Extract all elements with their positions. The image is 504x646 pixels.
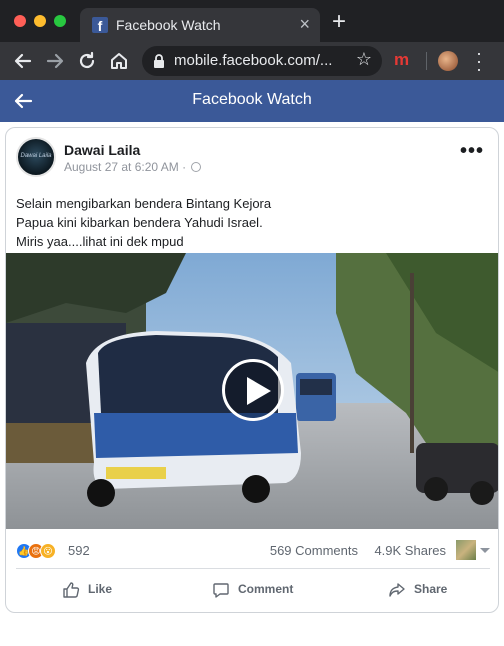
tab-title: Facebook Watch <box>116 17 221 33</box>
share-button[interactable]: Share <box>368 572 498 608</box>
browser-toolbar: mobile.facebook.com/... ☆ m · · · <box>0 42 504 80</box>
comment-label: Comment <box>238 582 294 596</box>
url-text: mobile.facebook.com/... <box>174 52 333 69</box>
share-icon <box>389 583 405 597</box>
like-button[interactable]: Like <box>46 572 196 608</box>
comment-button[interactable]: Comment <box>196 572 346 608</box>
back-arrow-icon[interactable] <box>10 48 36 74</box>
post-text-line: Miris yaa....lihat ini dek mpud <box>16 234 184 249</box>
share-count[interactable]: 4.9K Shares <box>374 543 446 558</box>
avatar-text: Dawai Laila <box>20 153 52 159</box>
reaction-count[interactable]: 592 <box>68 543 90 558</box>
tab-strip: f Facebook Watch × + <box>0 0 504 42</box>
post-actions: Like Comment Share <box>6 572 498 608</box>
chevron-down-icon[interactable] <box>480 548 490 553</box>
like-label: Like <box>88 582 113 596</box>
comment-icon <box>213 583 229 598</box>
address-bar[interactable]: mobile.facebook.com/... ☆ <box>142 46 382 76</box>
profile-avatar[interactable] <box>438 51 458 71</box>
page-title: Facebook Watch <box>192 91 312 108</box>
divider <box>16 568 490 569</box>
post-options-icon[interactable]: ••• <box>460 140 484 163</box>
post-meta: August 27 at 6:20 AM · <box>64 160 202 174</box>
reactions-bar: 👍 😡 😮 592 569 Comments 4.9K Shares <box>16 540 490 562</box>
reload-icon[interactable] <box>74 48 100 74</box>
post-card: Dawai Laila Dawai Laila August 27 at 6:2… <box>5 127 499 613</box>
post-text: Selain mengibarkan bendera Bintang Kejor… <box>16 194 486 251</box>
video-player[interactable] <box>6 253 498 529</box>
fb-header: Facebook Watch <box>0 80 504 122</box>
reaction-icons[interactable]: 👍 😡 😮 <box>16 543 68 559</box>
close-icon[interactable]: × <box>299 15 310 33</box>
close-window-button[interactable] <box>14 15 26 27</box>
share-label: Share <box>414 582 448 596</box>
wow-reaction-icon: 😮 <box>40 543 56 559</box>
maximize-window-button[interactable] <box>54 15 66 27</box>
play-icon[interactable] <box>222 359 284 421</box>
comment-count[interactable]: 569 Comments <box>270 543 358 558</box>
author-avatar[interactable]: Dawai Laila <box>16 137 56 177</box>
home-icon[interactable] <box>106 48 132 74</box>
globe-icon <box>191 162 202 172</box>
lock-icon <box>154 54 164 68</box>
toolbar-divider <box>426 52 427 70</box>
extension-m-icon[interactable]: m <box>394 50 409 70</box>
post-text-line: Papua kini kibarkan bendera Yahudi Israe… <box>16 215 263 230</box>
author-name[interactable]: Dawai Laila <box>64 142 140 158</box>
minimize-window-button[interactable] <box>34 15 46 27</box>
post-timestamp[interactable]: August 27 at 6:20 AM · <box>64 160 189 174</box>
browser-tab[interactable]: f Facebook Watch × <box>80 8 320 42</box>
forward-arrow-icon[interactable] <box>42 48 68 74</box>
kebab-menu-icon[interactable]: · · · <box>476 44 482 78</box>
like-icon <box>63 582 80 598</box>
content-area: Dawai Laila Dawai Laila August 27 at 6:2… <box>0 122 504 646</box>
facebook-favicon-icon: f <box>92 17 108 34</box>
new-tab-button[interactable]: + <box>332 10 346 34</box>
post-text-line: Selain mengibarkan bendera Bintang Kejor… <box>16 196 272 211</box>
star-icon[interactable]: ☆ <box>356 49 372 70</box>
sharer-avatar[interactable] <box>456 540 476 560</box>
